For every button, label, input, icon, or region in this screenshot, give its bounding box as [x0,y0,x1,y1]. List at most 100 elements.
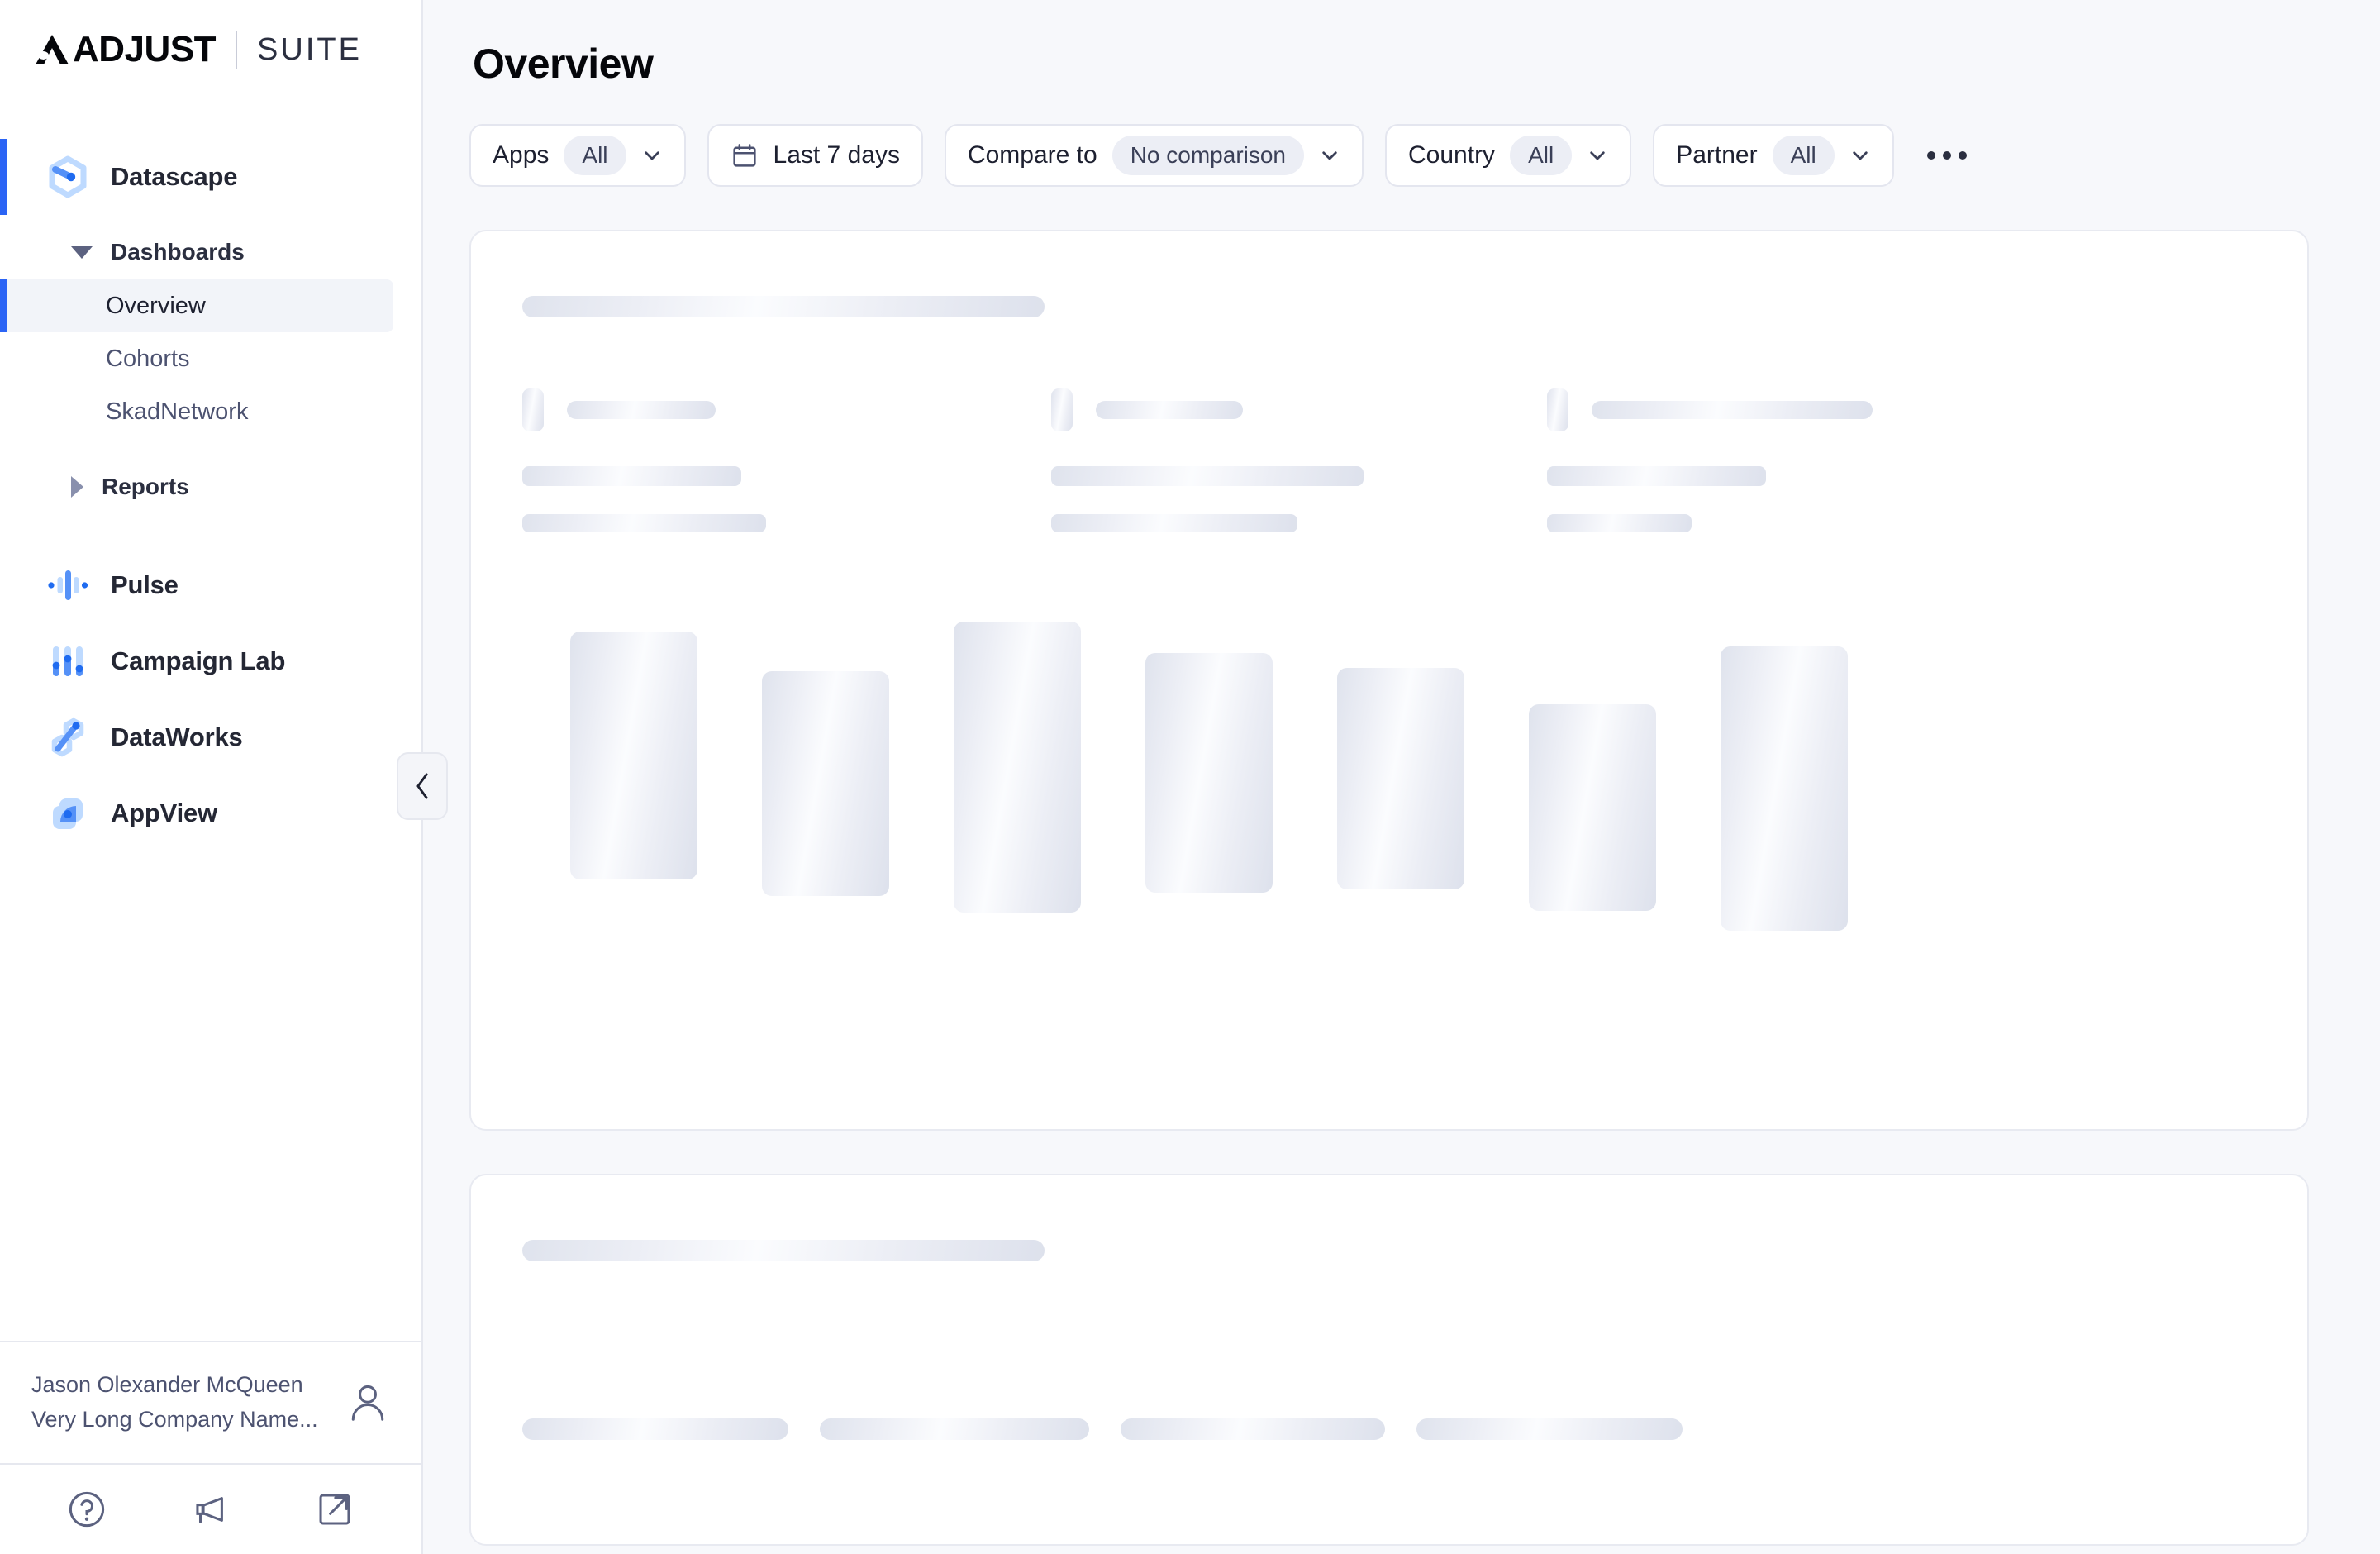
sidebar-item-campaign-lab[interactable]: Campaign Lab [0,623,421,699]
datascape-subnav: Dashboards Overview Cohorts SkadNetwork … [0,215,421,514]
page-title: Overview [473,41,654,87]
megaphone-icon[interactable] [190,1489,231,1530]
ellipsis-icon [1942,151,1951,160]
adjust-a-mark-icon [36,35,69,64]
compare-to-filter[interactable]: Compare to No comparison [944,124,1364,187]
skeleton-line [1096,401,1243,419]
sidebar-item-label: Pulse [111,570,178,599]
apps-filter[interactable]: Apps All [469,124,686,187]
skeleton-line [1592,401,1873,419]
skeleton-card-title [522,1240,1045,1261]
country-filter-label: Country [1408,141,1496,169]
kpi-skeleton [1051,388,1547,532]
sidebar-item-cohorts[interactable]: Cohorts [0,332,393,385]
kpi-skeleton-head [1547,388,2043,431]
brand-logo[interactable]: ADJUST SUITE [0,0,421,99]
more-options-button[interactable] [1926,151,1967,160]
partner-filter[interactable]: Partner All [1653,124,1894,187]
sidebar-item-overview[interactable]: Overview [0,279,393,332]
overview-table-card [469,1174,2309,1546]
caret-right-icon [71,476,83,498]
country-filter[interactable]: Country All [1385,124,1632,187]
help-circle-icon[interactable] [66,1489,107,1530]
sidebar-item-label: SkadNetwork [106,398,249,425]
main-content: Overview Apps All Last 7 days Compare to… [423,0,2380,1554]
external-link-icon[interactable] [314,1489,355,1530]
user-profile[interactable]: Jason Olexander McQueen Very Long Compan… [0,1341,421,1463]
logo-divider [236,31,238,69]
dataworks-linked-hexagons-icon [51,717,84,757]
sidebar-item-label: Campaign Lab [111,646,286,675]
skeleton-card-title [522,296,1045,317]
sidebar-collapse-button[interactable] [397,752,448,820]
caret-down-icon [71,245,93,259]
skeleton-bar [1337,668,1464,889]
adjust-wordmark: ADJUST [33,29,217,70]
compare-to-label: Compare to [967,141,1097,169]
skeleton-column-header [1416,1418,1683,1440]
kpi-skeleton-head [522,388,1051,431]
skeleton-line [567,401,716,419]
partner-filter-value: All [1772,136,1835,175]
date-range-filter[interactable]: Last 7 days [707,124,923,187]
sidebar-item-dataworks[interactable]: DataWorks [0,699,421,775]
kpi-skeleton-head [1051,388,1547,431]
apps-filter-label: Apps [493,141,550,169]
skeleton-line [1051,514,1297,532]
brand-suite: SUITE [257,31,362,67]
skeleton-line [1547,514,1692,532]
sidebar-group-dashboards[interactable]: Dashboards [0,225,421,279]
sidebar-item-label: Overview [106,292,206,319]
sidebar: ADJUST SUITE Datascape Dashboards Overvi… [0,0,448,1554]
chevron-down-icon [1590,151,1605,160]
skeleton-chip [1547,388,1568,431]
sidebar-item-appview[interactable]: AppView [0,775,421,851]
pulse-waveform-icon [48,570,88,600]
campaign-lab-sliders-icon [52,646,83,676]
skeleton-bar [570,632,697,879]
ellipsis-icon [1926,151,1935,160]
brand-name: ADJUST [73,29,217,69]
sidebar-footer [0,1463,421,1554]
skeleton-bar [762,671,889,896]
filter-bar: Apps All Last 7 days Compare to No compa… [469,124,2309,187]
ellipsis-icon [1958,151,1967,160]
overview-chart-card [469,230,2309,1131]
skeleton-line [522,466,741,486]
skeleton-line [522,514,766,532]
sidebar-group-label: Reports [102,474,189,499]
kpi-skeleton [522,388,1051,532]
user-text: Jason Olexander McQueen Very Long Compan… [31,1368,332,1437]
skeleton-bar [954,622,1081,913]
user-organization: Very Long Company Name... [31,1407,318,1432]
user-name: Jason Olexander McQueen [31,1372,303,1398]
sidebar-nav: Datascape Dashboards Overview Cohorts Sk… [0,99,421,1341]
datascape-hexagon-icon [49,155,87,198]
chevron-down-icon [1322,151,1337,160]
date-range-label: Last 7 days [773,141,900,169]
skeleton-bar [1145,653,1273,893]
chevron-down-icon [1853,151,1868,160]
compare-to-value: No comparison [1111,136,1305,175]
table-skeleton-headers [522,1418,2256,1440]
sidebar-item-label: Cohorts [106,345,190,372]
sidebar-item-label: DataWorks [111,722,243,751]
appview-stacked-squares-icon [53,798,83,829]
skeleton-column-header [820,1418,1089,1440]
chevron-left-icon [416,773,428,799]
skeleton-column-header [522,1418,788,1440]
skeleton-bar [1529,704,1656,911]
kpi-skeleton [1547,388,2043,532]
calendar-icon [732,144,756,167]
skeleton-chip [522,388,544,431]
sidebar-group-label: Dashboards [111,239,245,265]
sidebar-item-pulse[interactable]: Pulse [0,547,421,623]
sidebar-item-datascape[interactable]: Datascape [0,139,421,215]
sidebar-group-reports[interactable]: Reports [0,460,421,514]
sidebar-item-label: AppView [111,798,217,827]
skeleton-line [1547,466,1766,486]
sidebar-item-skadnetwork[interactable]: SkadNetwork [0,385,393,438]
partner-filter-label: Partner [1676,141,1758,169]
skeleton-column-header [1121,1418,1385,1440]
